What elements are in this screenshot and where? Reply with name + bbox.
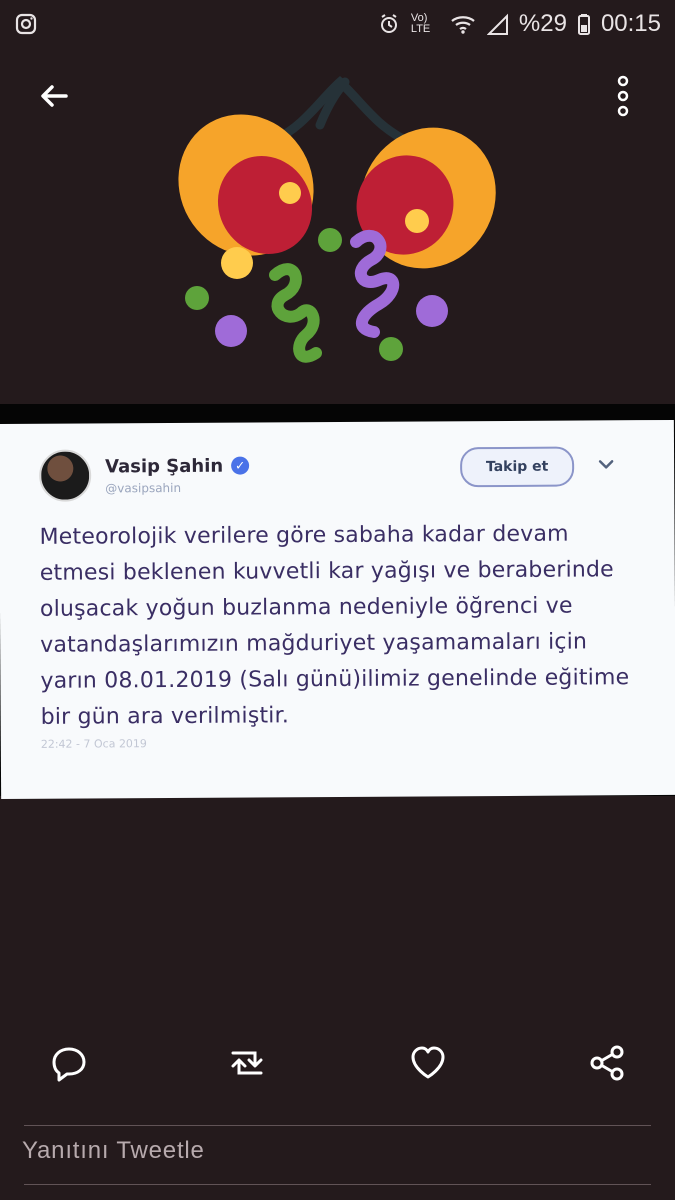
author-meta: Vasip Şahin ✓ @vasipsahin: [105, 455, 250, 495]
clock: 00:15: [600, 10, 661, 37]
chevron-down-icon[interactable]: [594, 452, 618, 476]
battery-icon: [577, 12, 591, 36]
signal-icon: [486, 12, 509, 36]
retweet-icon: [225, 1043, 269, 1083]
confetti-celebration-graphic: [170, 70, 510, 390]
share-icon: [587, 1043, 627, 1083]
reply-divider-top: [24, 1125, 651, 1126]
share-button[interactable]: [576, 1032, 638, 1094]
alarm-icon: [377, 12, 401, 36]
more-vertical-icon: [614, 75, 632, 117]
author-row: Vasip Şahin ✓ @vasipsahin Takip et: [39, 444, 644, 504]
tweet-text: Meteorolojik verilere göre sabaha kadar …: [39, 521, 630, 730]
avatar: [39, 449, 92, 502]
wifi-icon: [449, 12, 477, 36]
heart-icon: [408, 1043, 448, 1083]
reply-divider-bottom: [24, 1184, 651, 1185]
more-options-button[interactable]: [597, 70, 649, 122]
reply-icon: [49, 1043, 89, 1083]
like-button[interactable]: [397, 1032, 459, 1094]
author-name: Vasip Şahin: [105, 455, 224, 477]
tweet-actions-bar: [0, 1032, 675, 1094]
status-bar: Vo) LTE %29 00:15: [0, 0, 675, 48]
follow-button[interactable]: Takip et: [460, 446, 575, 488]
battery-text: %29: [518, 10, 567, 37]
reply-button[interactable]: [38, 1032, 100, 1094]
back-arrow-icon: [36, 78, 72, 114]
verified-icon: ✓: [231, 456, 250, 475]
author-name-line: Vasip Şahin ✓: [105, 455, 250, 477]
network-label: Vo) LTE: [410, 12, 431, 35]
back-button[interactable]: [28, 70, 80, 122]
instagram-icon: [14, 12, 38, 36]
tweet-photo[interactable]: Vasip Şahin ✓ @vasipsahin Takip et Meteo…: [0, 404, 675, 800]
reply-tweet-input[interactable]: Yanıtını Tweetle: [22, 1137, 652, 1177]
status-right: Vo) LTE %29 00:15: [377, 10, 661, 38]
author-handle: @vasipsahin: [105, 480, 182, 495]
status-left: [14, 12, 38, 36]
tweet-timestamp: 22:42 - 7 Oca 2019: [40, 737, 147, 751]
retweet-button[interactable]: [216, 1032, 278, 1094]
embedded-tweet-card: Vasip Şahin ✓ @vasipsahin Takip et Meteo…: [0, 419, 675, 800]
